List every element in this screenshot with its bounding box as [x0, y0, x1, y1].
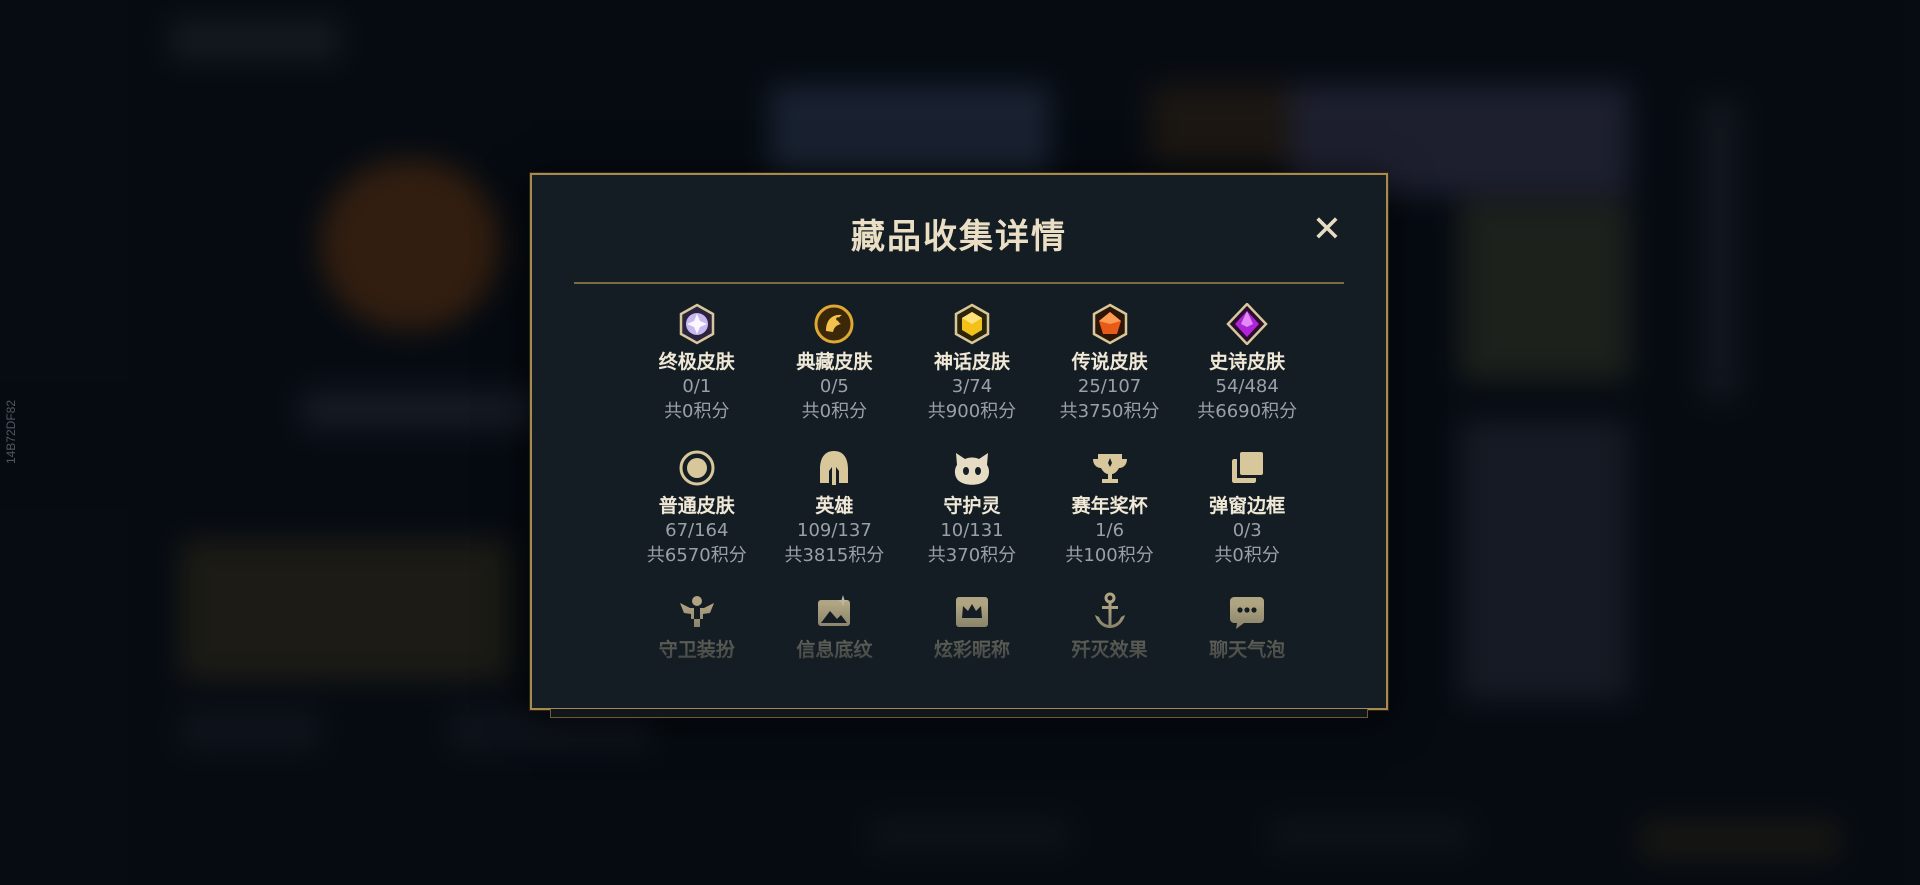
collection-count: 0/1	[682, 376, 712, 397]
collection-points: 共100积分	[1065, 545, 1154, 566]
collection-points: 共0积分	[664, 401, 730, 422]
collection-points: 共0积分	[1214, 545, 1280, 566]
collection-name: 神话皮肤	[933, 351, 1010, 373]
collection-count: 67/164	[665, 520, 729, 541]
collection-count: 109/137	[797, 520, 872, 541]
collection-name: 英雄	[815, 495, 854, 517]
collection-name: 守护灵	[943, 495, 1001, 517]
banner-image-icon	[812, 590, 856, 634]
collection-name: 传说皮肤	[1071, 351, 1148, 373]
modal-title: 藏品收集详情	[851, 217, 1067, 257]
collection-count: 25/107	[1077, 376, 1142, 397]
legendary-gem-icon	[1088, 302, 1132, 346]
collection-champions[interactable]: 英雄 109/137 共3815积分	[766, 446, 904, 568]
collection-standard-skins[interactable]: 普通皮肤 67/164 共6570积分	[628, 446, 766, 568]
collection-name: 终极皮肤	[658, 351, 735, 373]
dragon-emblem-icon	[812, 302, 856, 346]
collection-name: 史诗皮肤	[1209, 351, 1286, 373]
collection-count: 0/3	[1232, 520, 1262, 541]
collection-name: 赛年奖杯	[1071, 495, 1148, 517]
collection-finisher-effects[interactable]: 歼灭效果	[1041, 590, 1179, 662]
collection-name: 聊天气泡	[1209, 639, 1286, 661]
collection-season-trophies[interactable]: 赛年奖杯 1/6 共100积分	[1041, 446, 1179, 568]
helmet-icon	[812, 446, 856, 490]
collection-count: 1/6	[1095, 520, 1125, 541]
collection-details-modal: 藏品收集详情 ✕ 终极皮肤 0/1 共0积分 典藏皮肤 0/5 共0积分 神话皮…	[530, 173, 1388, 718]
collection-ward-skins[interactable]: 守卫装扮	[628, 590, 766, 662]
collection-mythic-skins[interactable]: 神话皮肤 3/74 共900积分	[903, 302, 1041, 424]
collection-epic-skins[interactable]: 史诗皮肤 54/484 共6690积分	[1178, 302, 1316, 424]
collection-name: 歼灭效果	[1071, 639, 1148, 661]
collection-count: 10/131	[940, 520, 1004, 541]
collection-prestige-skins[interactable]: 典藏皮肤 0/5 共0积分	[766, 302, 904, 424]
anchor-effect-icon	[1088, 590, 1132, 634]
chat-bubble-icon	[1225, 590, 1269, 634]
collection-nameplates[interactable]: 炫彩昵称	[903, 590, 1041, 662]
ultimate-gem-icon	[675, 302, 719, 346]
collection-legendary-skins[interactable]: 传说皮肤 25/107 共3750积分	[1041, 302, 1179, 424]
collection-name: 典藏皮肤	[796, 351, 873, 373]
little-legend-icon	[950, 446, 994, 490]
nameplate-crown-icon	[950, 590, 994, 634]
collection-count: 3/74	[951, 376, 993, 397]
collection-name: 炫彩昵称	[933, 639, 1010, 661]
close-button[interactable]: ✕	[1310, 212, 1344, 248]
side-id-text: 14B72DF82	[4, 400, 18, 465]
collection-count: 54/484	[1215, 376, 1279, 397]
standard-circle-icon	[675, 446, 719, 490]
mythic-gem-icon	[950, 302, 994, 346]
collection-points: 共6690积分	[1197, 401, 1298, 422]
collection-grid: 终极皮肤 0/1 共0积分 典藏皮肤 0/5 共0积分 神话皮肤 3/74 共9…	[628, 302, 1316, 662]
trophy-icon	[1088, 446, 1132, 490]
collection-little-legends[interactable]: 守护灵 10/131 共370积分	[903, 446, 1041, 568]
border-frame-icon	[1225, 446, 1269, 490]
collection-name: 普通皮肤	[658, 495, 735, 517]
epic-gem-icon	[1225, 302, 1269, 346]
collection-count: 0/5	[819, 376, 849, 397]
collection-banners[interactable]: 信息底纹	[766, 590, 904, 662]
collection-points: 共0积分	[801, 401, 868, 422]
collection-chat-bubbles[interactable]: 聊天气泡	[1178, 590, 1316, 662]
collection-name: 守卫装扮	[658, 639, 735, 661]
collection-points: 共3750积分	[1059, 401, 1160, 422]
collection-points: 共370积分	[927, 545, 1017, 566]
collection-popup-borders[interactable]: 弹窗边框 0/3 共0积分	[1178, 446, 1316, 568]
collection-points: 共900积分	[927, 401, 1017, 422]
title-divider	[574, 282, 1344, 284]
collection-points: 共3815积分	[784, 545, 885, 566]
collection-name: 信息底纹	[796, 639, 873, 661]
collection-ultimate-skins[interactable]: 终极皮肤 0/1 共0积分	[628, 302, 766, 424]
collection-points: 共6570积分	[646, 545, 747, 566]
ward-skin-icon	[675, 590, 719, 634]
collection-name: 弹窗边框	[1209, 495, 1286, 517]
